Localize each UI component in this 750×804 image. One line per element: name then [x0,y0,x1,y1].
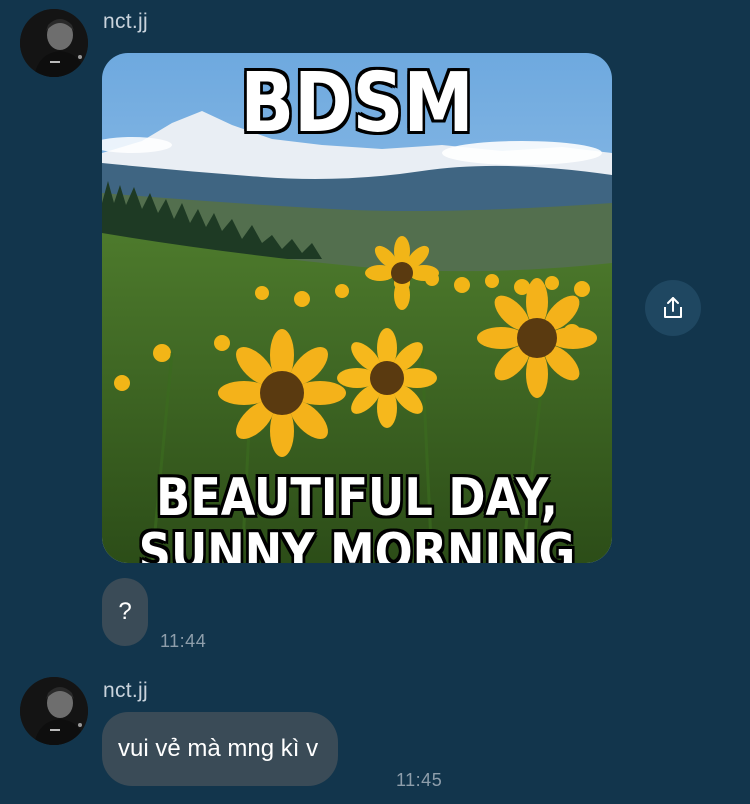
meme-bottom-text: BEAUTIFUL DAY, SUNNY MORNING [138,471,577,563]
avatar[interactable] [20,9,88,77]
message-bubble[interactable]: vui vẻ mà mng kì v [102,712,339,786]
meme-bottom-line-1: BEAUTIFUL DAY, [156,468,558,528]
message-bubble[interactable]: ? [102,578,148,646]
message-time: 11:45 [396,770,443,790]
avatar-photo [20,677,88,745]
meme-image[interactable]: BDSM BEAUTIFUL DAY, SUNNY MORNING [102,53,612,563]
sender-name: nct.jj [103,10,148,33]
share-icon [664,297,682,318]
avatar[interactable] [20,677,88,745]
avatar-photo [20,9,88,77]
message-time: 11:44 [160,631,207,651]
sender-name: nct.jj [103,679,148,702]
meme-top-text: BDSM [240,56,474,151]
meme-bottom-line-2: SUNNY MORNING [138,522,576,563]
share-button[interactable] [645,280,701,336]
